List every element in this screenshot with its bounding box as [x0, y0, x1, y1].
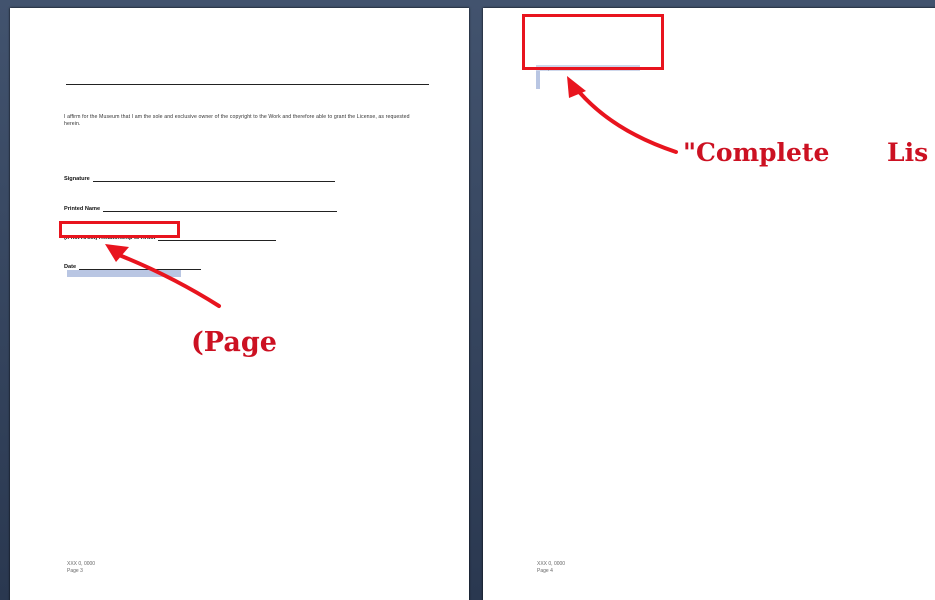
footer-page-number: Page 3 [67, 568, 83, 574]
relationship-highlight-box [59, 221, 180, 238]
document-page-3[interactable]: I affirm for the Museum that I am the so… [10, 8, 469, 600]
page-footer: XXX 0, 0000 Page 3 [67, 561, 95, 575]
printed-name-line [103, 206, 338, 212]
signature-divider [66, 84, 429, 85]
document-canvas: I affirm for the Museum that I am the so… [0, 0, 935, 600]
text-selection-highlight [67, 270, 181, 277]
cursor-selection-mark [536, 71, 540, 89]
footer-date: XXX 0, 0000 [67, 561, 96, 567]
affirmation-paragraph: I affirm for the Museum that I am the so… [64, 114, 410, 127]
signature-label: Signature [64, 176, 90, 182]
footer-page-number: Page 4 [537, 568, 553, 574]
page-footer: XXX 0, 0000 Page 4 [537, 561, 565, 575]
document-page-4[interactable]: Complete List of Attachments XXX 0, 0000… [483, 8, 935, 600]
footer-date: XXX 0, 0000 [537, 561, 566, 567]
printed-name-label: Printed Name [64, 206, 101, 212]
annotation-label-complete: "Complete [683, 138, 830, 167]
annotation-label-list: Lis [887, 138, 929, 167]
annotation-label-page: (Page [191, 327, 277, 358]
signature-field[interactable]: Signature [64, 176, 335, 182]
heading-highlight-box [522, 14, 664, 70]
printed-name-field[interactable]: Printed Name [64, 206, 338, 212]
signature-line [92, 176, 335, 182]
